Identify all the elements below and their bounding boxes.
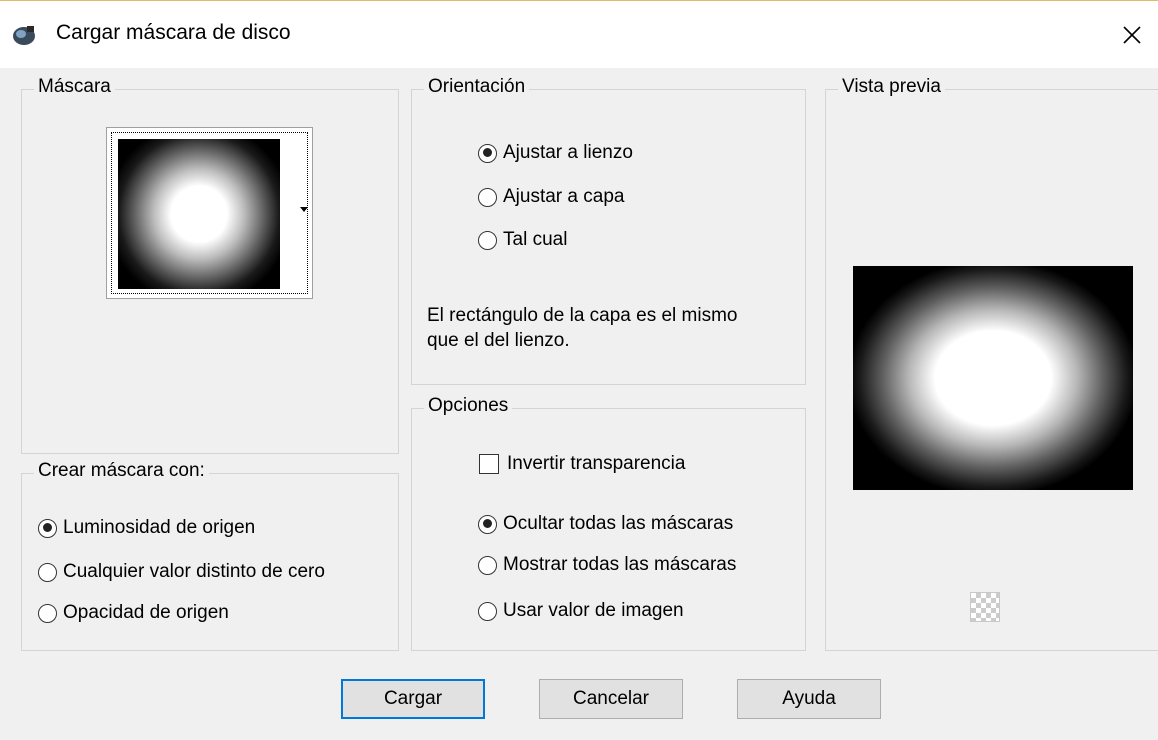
orientation-description-line: El rectángulo de la capa es el mismo (427, 305, 738, 326)
preview-image (853, 266, 1133, 490)
radio-show-all-masks[interactable]: Mostrar todas las máscaras (478, 554, 736, 576)
disc-mask-thumbnail (118, 139, 280, 289)
mask-thumbnail-dropdown[interactable] (106, 127, 313, 299)
radio-label: Mostrar todas las máscaras (503, 554, 737, 575)
radio-fit-to-layer[interactable]: Ajustar a capa (478, 186, 624, 208)
radio-button (478, 514, 497, 534)
orientation-legend: Orientación (424, 76, 530, 98)
help-button[interactable]: Ayuda (737, 679, 881, 719)
radio-button (478, 555, 497, 575)
dropdown-arrow-icon[interactable] (300, 207, 308, 212)
radio-source-opacity[interactable]: Opacidad de origen (38, 602, 229, 624)
preview-legend: Vista previa (838, 76, 945, 98)
close-icon (1123, 26, 1141, 44)
radio-label: Usar valor de imagen (503, 600, 684, 621)
title-bar: Cargar máscara de disco (0, 0, 1158, 68)
load-disc-mask-dialog: Cargar máscara de disco Máscara Crear má… (0, 0, 1158, 740)
radio-label: Cualquier valor distinto de cero (63, 561, 325, 582)
radio-label: Ajustar a lienzo (503, 142, 633, 163)
radio-button (478, 187, 497, 207)
invert-transparency-checkbox[interactable]: Invertir transparencia (479, 453, 685, 475)
radio-button (478, 143, 497, 163)
radio-source-luminance[interactable]: Luminosidad de origen (38, 517, 255, 539)
window-title: Cargar máscara de disco (56, 21, 291, 44)
mask-group-legend: Máscara (34, 76, 115, 98)
transparency-checker-icon[interactable] (970, 592, 1000, 622)
radio-button (478, 230, 497, 250)
options-legend: Opciones (424, 395, 513, 417)
radio-fit-to-canvas[interactable]: Ajustar a lienzo (478, 142, 633, 164)
orientation-description-line: que el del lienzo. (427, 330, 570, 351)
checkbox-label: Invertir transparencia (507, 453, 686, 474)
radio-label: Luminosidad de origen (63, 517, 256, 538)
radio-label: Ocultar todas las máscaras (503, 513, 734, 534)
radio-use-image-value[interactable]: Usar valor de imagen (478, 600, 684, 622)
orientation-description: El rectángulo de la capa es el mismo que… (427, 303, 797, 353)
radio-button (38, 518, 57, 538)
mask-thumbnail-frame (111, 132, 308, 294)
create-mask-legend: Crear máscara con: (34, 460, 209, 482)
radio-as-is[interactable]: Tal cual (478, 229, 567, 251)
checkbox-box (479, 454, 499, 474)
radio-button (38, 562, 57, 582)
load-button[interactable]: Cargar (341, 679, 485, 719)
radio-button (478, 601, 497, 621)
radio-button (38, 603, 57, 623)
cancel-button[interactable]: Cancelar (539, 679, 683, 719)
radio-any-non-zero[interactable]: Cualquier valor distinto de cero (38, 561, 325, 583)
radio-label: Tal cual (503, 229, 568, 250)
radio-label: Ajustar a capa (503, 186, 625, 207)
close-button[interactable] (1108, 11, 1156, 59)
radio-hide-all-masks[interactable]: Ocultar todas las máscaras (478, 513, 733, 535)
paint-shop-pro-icon (11, 23, 37, 47)
radio-label: Opacidad de origen (63, 602, 229, 623)
